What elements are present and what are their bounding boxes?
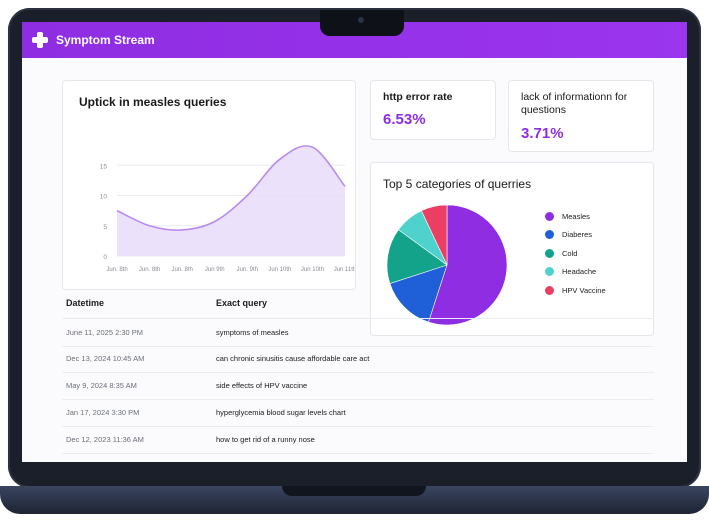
legend-item: Cold (545, 244, 606, 263)
laptop-base-groove (282, 486, 426, 496)
x-tick-label: Jun 10th (268, 267, 291, 273)
table-row[interactable]: Dec 12, 2023 11:36 AM how to get rid of a… (62, 426, 654, 454)
screen: Symptom Stream Uptick in measles queries… (22, 22, 687, 462)
y-tick-label: 0 (103, 254, 107, 261)
x-tick-label: Jun. 8th (171, 267, 192, 273)
legend-label: Measles (562, 211, 590, 221)
app-title: Symptom Stream (56, 33, 155, 47)
x-tick-label: Jun. 9th (237, 267, 258, 273)
http-error-card: http error rate 6.53% (370, 80, 496, 140)
legend-swatch (545, 285, 554, 295)
metric-label: lack of informationn for questions (521, 91, 628, 116)
cell-datetime: Dec 12, 2023 11:36 AM (66, 435, 144, 444)
table-row[interactable]: Jan 17, 2024 3:30 PM hyperglycemia blood … (62, 399, 654, 427)
legend-item: Measles (545, 207, 606, 226)
lack-of-info-card: lack of informationn for questions 3.71% (508, 80, 654, 152)
laptop-notch (320, 10, 404, 36)
legend-label: Headache (562, 267, 597, 277)
categories-pie-card: Top 5 categories of querries Measles Diab… (370, 162, 654, 336)
camera-icon (358, 17, 364, 23)
medical-cross-icon (32, 32, 48, 48)
legend-swatch (545, 267, 554, 277)
table-row[interactable]: Dec 13, 2024 10:45 AM can chronic sinusit… (62, 345, 654, 373)
table-row[interactable]: June 11, 2025 2:30 PM symptoms of measles (62, 318, 654, 347)
cell-datetime: Jan 17, 2024 3:30 PM (66, 408, 140, 417)
x-tick-label: Jun 9th (205, 267, 225, 273)
y-tick-label: 10 (100, 194, 108, 201)
legend-label: Cold (562, 248, 578, 258)
legend-item: HPV Vaccine (545, 281, 606, 300)
pie-legend: Measles Diaberes Cold Headache HPV Vaccine (545, 207, 606, 300)
y-tick-label: 5 (103, 224, 107, 231)
cell-query: side effects of HPV vaccine (216, 381, 308, 390)
column-header-query: Exact query (216, 298, 268, 308)
x-tick-label: Jun. 8th (139, 267, 160, 273)
metric-value: 3.71% (521, 125, 564, 142)
cell-datetime: Dec 13, 2024 10:45 AM (66, 354, 145, 363)
legend-swatch (545, 248, 554, 258)
cell-query: how to get rid of a runny nose (216, 435, 315, 444)
cell-query: hyperglycemia blood sugar levels chart (216, 408, 346, 417)
column-header-datetime: Datetime (66, 298, 105, 308)
legend-swatch (545, 211, 554, 221)
cell-datetime: May 9, 2024 8:35 AM (66, 381, 137, 390)
y-tick-label: 15 (100, 163, 108, 170)
cell-query: symptoms of measles (216, 328, 289, 337)
x-tick-label: Jun 10th (301, 267, 324, 273)
x-tick-label: Jun. 8th (106, 267, 127, 273)
table-row[interactable]: May 9, 2024 8:35 AM side effects of HPV v… (62, 372, 654, 400)
line-chart: 0 5 10 15 Jun. 8th Jun. 8th Jun. 8th Jun 9th Jun… (100, 145, 355, 273)
series-area (117, 145, 345, 256)
metric-value: 6.53% (383, 111, 426, 128)
legend-label: Diaberes (562, 230, 593, 240)
legend-item: Diaberes (545, 226, 606, 245)
cell-query: can chronic sinusitis cause affordable c… (216, 354, 370, 363)
metric-label: http error rate (383, 91, 453, 103)
pie-chart (386, 204, 508, 326)
legend-item: Headache (545, 263, 606, 282)
cell-datetime: June 11, 2025 2:30 PM (66, 328, 143, 337)
x-tick-label: Jun 11th (334, 267, 355, 273)
measles-chart-card: Uptick in measles queries 0 5 10 15 Jun. 8th… (62, 80, 356, 290)
legend-swatch (545, 230, 554, 240)
legend-label: HPV Vaccine (562, 285, 606, 295)
